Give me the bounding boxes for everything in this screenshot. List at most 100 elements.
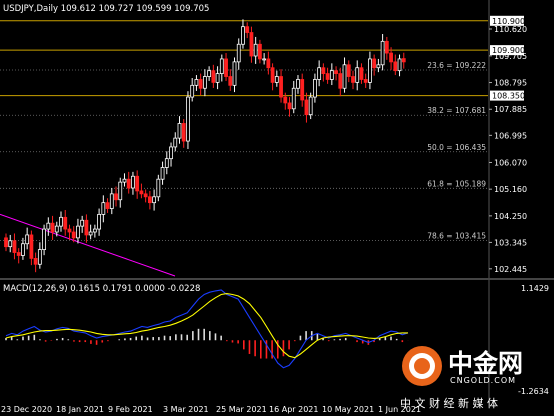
candle-body	[169, 146, 173, 160]
candle-body	[135, 175, 140, 192]
watermark-slogan: 中 文 财 经 新 媒 体	[400, 397, 498, 410]
key-level-tag-label: 110.900	[492, 17, 525, 26]
candle-body	[355, 67, 360, 83]
candle-body	[262, 58, 267, 61]
candle-body	[194, 79, 199, 86]
candle-body	[59, 216, 63, 227]
candle-body	[54, 225, 59, 233]
candle-body	[228, 76, 233, 86]
candle-body	[181, 123, 186, 142]
candle-body	[126, 178, 131, 189]
date-label: 25 Mar 2021	[216, 405, 267, 414]
candle-body	[219, 58, 224, 75]
candle-body	[105, 202, 110, 209]
candle-body	[270, 67, 275, 83]
candle-body	[67, 228, 72, 233]
price-tick-label: 105.160	[494, 185, 527, 194]
fib-label: 23.6 = 109.222	[427, 61, 486, 70]
candle-body	[313, 79, 317, 98]
candle-body	[143, 193, 148, 198]
candle-body	[139, 190, 144, 195]
candle-body	[207, 70, 212, 77]
candle-body	[351, 76, 355, 83]
candle-body	[401, 58, 406, 63]
candle-body	[160, 167, 165, 180]
price-tick-label: 108.795	[494, 79, 527, 88]
candle-body	[257, 43, 262, 60]
fib-label: 61.8 = 105.189	[427, 179, 486, 188]
candle-body	[215, 73, 220, 83]
candle-body	[177, 123, 182, 139]
fib-label: 50.0 = 106.435	[427, 143, 486, 152]
candle-body	[359, 67, 364, 80]
candle-body	[84, 219, 89, 236]
candle-body	[384, 40, 389, 54]
candle-body	[25, 234, 30, 245]
candle-body	[37, 249, 42, 265]
candle-body	[342, 64, 347, 89]
macd-line	[5, 289, 409, 369]
candle-body	[287, 102, 292, 110]
candle-body	[33, 257, 38, 265]
candle-body	[71, 231, 76, 239]
candle-body	[376, 64, 381, 69]
candle-body	[338, 73, 343, 89]
candle-body	[241, 26, 245, 45]
candle-body	[300, 79, 305, 101]
date-label: 23 Dec 2020	[1, 405, 53, 414]
candle-body	[397, 58, 402, 72]
price-tick-label: 106.070	[494, 158, 527, 167]
candle-body	[346, 64, 351, 77]
candle-body	[274, 76, 279, 83]
candle-body	[380, 40, 385, 66]
candle-body	[329, 70, 334, 80]
candle-body	[325, 73, 330, 80]
candle-body	[236, 43, 241, 63]
candle-body	[92, 228, 97, 233]
price-tick-label: 104.250	[494, 212, 527, 221]
candle-body	[224, 58, 228, 77]
candle-body	[29, 234, 34, 259]
candle-body	[202, 76, 207, 89]
macd-axis-top: 1.1429	[521, 284, 549, 293]
date-label: 9 Feb 2021	[108, 405, 153, 414]
candle-body	[211, 70, 216, 83]
candle-body	[50, 222, 55, 233]
candle-body	[97, 213, 101, 230]
candle-body	[279, 76, 283, 98]
watermark-domain: CNGOLD.COM	[450, 376, 517, 385]
price-tick-label: 103.345	[494, 238, 527, 247]
candle-body	[245, 26, 250, 33]
candle-body	[21, 243, 25, 256]
watermark-brand: 中金网	[448, 349, 524, 378]
candle-body	[46, 222, 51, 230]
candle-body	[4, 237, 8, 248]
candle-body	[109, 193, 114, 209]
candle-body	[88, 231, 93, 236]
key-level-tag-label: 108.350	[492, 92, 525, 101]
candle-body	[321, 67, 326, 74]
price-chart-svg[interactable]: 110.620109.705108.795107.885106.995106.0…	[0, 0, 554, 278]
candle-body	[8, 240, 13, 248]
candle-body	[317, 67, 322, 80]
candle-body	[173, 137, 178, 148]
candle-body	[368, 58, 372, 83]
candle-body	[198, 79, 203, 89]
candle-body	[283, 96, 288, 104]
candle-body	[190, 84, 195, 98]
price-tick-label: 102.445	[494, 265, 527, 274]
candle-body	[249, 32, 254, 57]
candle-body	[156, 178, 161, 198]
candle-body	[12, 240, 17, 253]
candle-body	[363, 79, 368, 83]
candle-body	[372, 58, 377, 69]
price-chart-pane[interactable]: 110.620 109.705 108.795 107.885 106.995 106.0…	[0, 0, 554, 278]
date-label: 10 May 2021	[322, 405, 375, 414]
signal-line	[5, 293, 408, 359]
candle-body	[42, 228, 46, 250]
fib-label: 38.2 = 107.681	[427, 106, 486, 115]
candle-body	[393, 61, 398, 72]
date-label: 18 Jan 2021	[56, 405, 104, 414]
chart-title: USDJPY,Daily 109.612 109.727 109.599 109…	[3, 4, 210, 14]
candle-body	[253, 43, 258, 57]
